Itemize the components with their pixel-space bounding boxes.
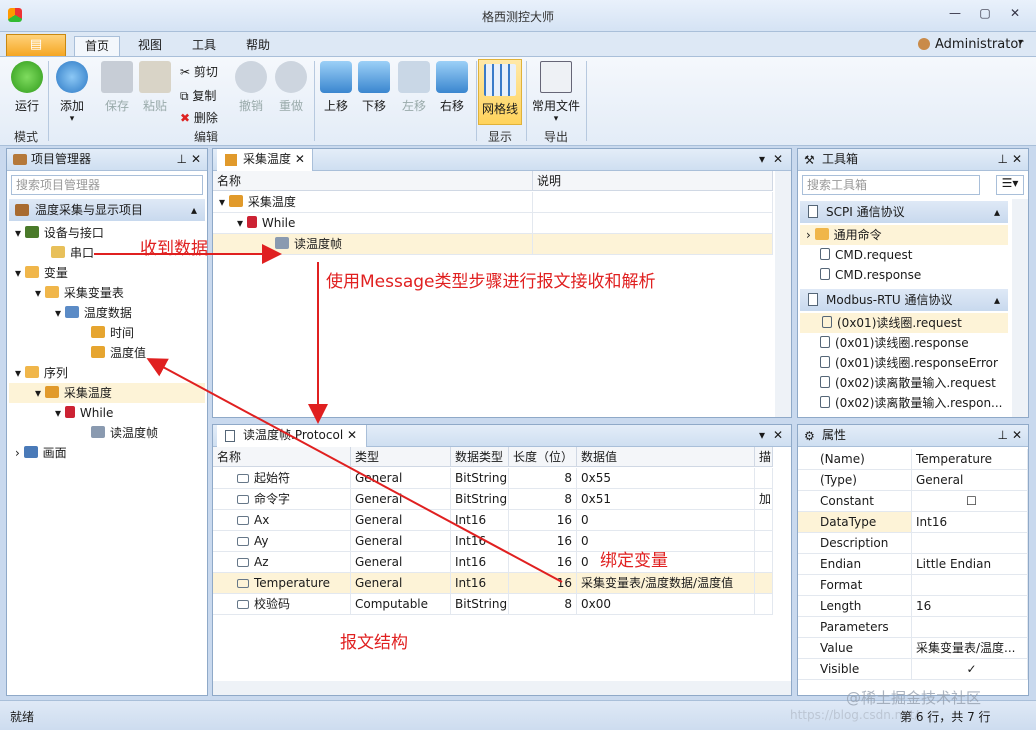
status-bar: 就绪 https://blog.csdn.net/ 第 6 行，共 7 行 @稀…: [0, 689, 1036, 730]
annotation-struct: 报文结构: [340, 633, 408, 653]
annotation-arrows: [94, 244, 563, 583]
status-text: 就绪: [10, 710, 35, 724]
watermark: @稀土掘金技术社区: [846, 689, 982, 707]
annotation-message: 使用Message类型步骤进行报文接收和解析: [326, 272, 656, 292]
annotation-bind: 绑定变量: [600, 551, 668, 571]
status-row-info: 第 6 行，共 7 行: [900, 710, 991, 724]
arrow-bind: [146, 358, 563, 583]
annotation-recv: 收到数据: [140, 239, 208, 259]
